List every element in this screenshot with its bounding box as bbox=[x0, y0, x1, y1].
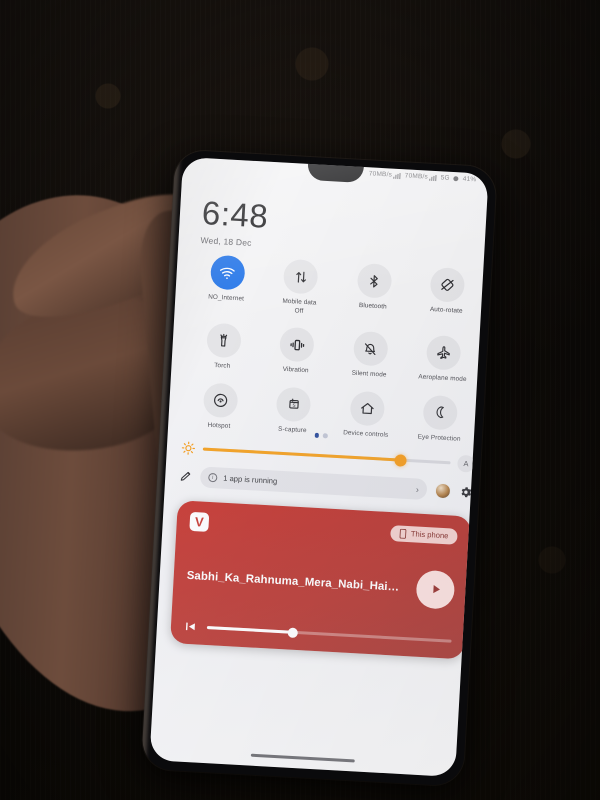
bluetooth-icon[interactable] bbox=[356, 262, 393, 299]
media-player-card[interactable]: V This phone Sabhi_Ka_Rahnuma_Mera_Nabi_… bbox=[170, 500, 472, 660]
pencil-icon[interactable] bbox=[179, 469, 193, 483]
home-icon[interactable] bbox=[349, 390, 386, 427]
wifi-icon[interactable] bbox=[209, 254, 246, 291]
auto-brightness-label: A bbox=[463, 459, 469, 469]
tile-label-vibration: Vibration bbox=[282, 366, 309, 375]
tile-label-torch: Torch bbox=[214, 362, 231, 371]
gesture-nav-bar[interactable] bbox=[250, 753, 355, 763]
hotspot-icon[interactable] bbox=[202, 382, 239, 419]
brightness-sun-icon bbox=[180, 440, 196, 456]
signal-bars-icon-2 bbox=[429, 174, 437, 181]
tile-silent-mode[interactable]: Silent mode bbox=[332, 330, 408, 382]
silent-mode-icon[interactable] bbox=[352, 331, 389, 367]
app-icon-letter: V bbox=[194, 514, 205, 530]
aeroplane-icon[interactable] bbox=[425, 335, 462, 371]
tile-label-auto-rotate: Auto-rotate bbox=[429, 305, 463, 315]
brightness-slider[interactable] bbox=[202, 447, 451, 467]
status-net-speed-1: 70MB/s bbox=[369, 170, 401, 179]
moon-icon[interactable] bbox=[422, 394, 459, 431]
tile-label-bluetooth: Bluetooth bbox=[358, 301, 387, 311]
tile-sub-mobile-data: Off bbox=[294, 307, 304, 315]
brightness-knob[interactable] bbox=[394, 453, 408, 467]
tile-vibration[interactable]: Vibration bbox=[259, 326, 335, 378]
page-dot-2[interactable] bbox=[322, 433, 328, 438]
cast-output-button[interactable]: This phone bbox=[390, 524, 458, 545]
media-track-title: Sabhi_Ka_Rahnuma_Mera_Nabi_Hai… bbox=[186, 569, 400, 594]
running-apps-label: 1 app is running bbox=[223, 473, 278, 486]
auto-rotate-icon[interactable] bbox=[429, 266, 466, 303]
svg-text:S: S bbox=[292, 403, 295, 408]
signal-bars-icon bbox=[393, 172, 401, 179]
camera-notch bbox=[307, 162, 364, 184]
torch-icon[interactable] bbox=[205, 322, 242, 359]
cast-output-label: This phone bbox=[410, 529, 449, 541]
info-icon: i bbox=[208, 472, 218, 483]
status-battery-level: 41% bbox=[462, 175, 477, 184]
auto-brightness-button[interactable]: A bbox=[457, 454, 475, 473]
media-card-body: Sabhi_Ka_Rahnuma_Mera_Nabi_Hai… bbox=[184, 531, 457, 635]
clock-time: 6:48 bbox=[201, 194, 270, 235]
mobile-data-icon[interactable] bbox=[282, 258, 319, 295]
status-network-type: 5G bbox=[440, 174, 450, 182]
previous-track-icon[interactable] bbox=[184, 620, 198, 634]
tile-wifi[interactable]: NO_Internet bbox=[189, 254, 266, 314]
tile-aeroplane-mode[interactable]: Aeroplane mode bbox=[405, 334, 481, 386]
status-net-speed-2: 70MB/s bbox=[405, 172, 437, 181]
gear-icon[interactable] bbox=[459, 484, 474, 499]
tile-label-mobile-data: Mobile data Off bbox=[282, 297, 317, 315]
tile-auto-rotate[interactable]: Auto-rotate bbox=[409, 266, 486, 326]
clock-block: 6:48 Wed, 18 Dec bbox=[200, 194, 270, 249]
play-icon[interactable] bbox=[415, 569, 456, 610]
tile-label-wifi: NO_Internet bbox=[207, 293, 245, 303]
page-dot-1[interactable] bbox=[314, 432, 319, 438]
screenshot-scene: 70MB/s 70MB/s 5G 41% 6:48 Wed, 18 Dec NO… bbox=[0, 0, 600, 800]
media-seek-fill bbox=[206, 625, 293, 634]
tile-torch[interactable]: Torch bbox=[185, 322, 261, 374]
tile-mobile-data[interactable]: Mobile data Off bbox=[262, 258, 339, 318]
clock-date: Wed, 18 Dec bbox=[200, 235, 252, 248]
footer-row: i 1 app is running › bbox=[179, 465, 474, 502]
chevron-right-icon: › bbox=[415, 483, 420, 495]
s-capture-icon[interactable]: S bbox=[275, 386, 312, 423]
phone-icon bbox=[400, 528, 408, 539]
battery-icon bbox=[453, 176, 459, 182]
tile-label-silent-mode: Silent mode bbox=[351, 369, 387, 379]
vibration-icon[interactable] bbox=[279, 326, 316, 363]
quick-settings-grid: NO_Internet Mobile data Off Bluetooth Au… bbox=[182, 254, 485, 446]
running-apps-button[interactable]: i 1 app is running › bbox=[199, 466, 428, 501]
vlc-app-icon[interactable]: V bbox=[189, 511, 210, 532]
tile-label-aeroplane-mode: Aeroplane mode bbox=[418, 373, 467, 384]
brightness-fill bbox=[202, 447, 402, 462]
user-avatar[interactable] bbox=[434, 482, 452, 499]
media-seek-knob[interactable] bbox=[287, 627, 298, 638]
phone-device: 70MB/s 70MB/s 5G 41% 6:48 Wed, 18 Dec NO… bbox=[140, 149, 498, 787]
phone-screen: 70MB/s 70MB/s 5G 41% 6:48 Wed, 18 Dec NO… bbox=[149, 156, 489, 778]
tile-bluetooth[interactable]: Bluetooth bbox=[335, 262, 412, 322]
